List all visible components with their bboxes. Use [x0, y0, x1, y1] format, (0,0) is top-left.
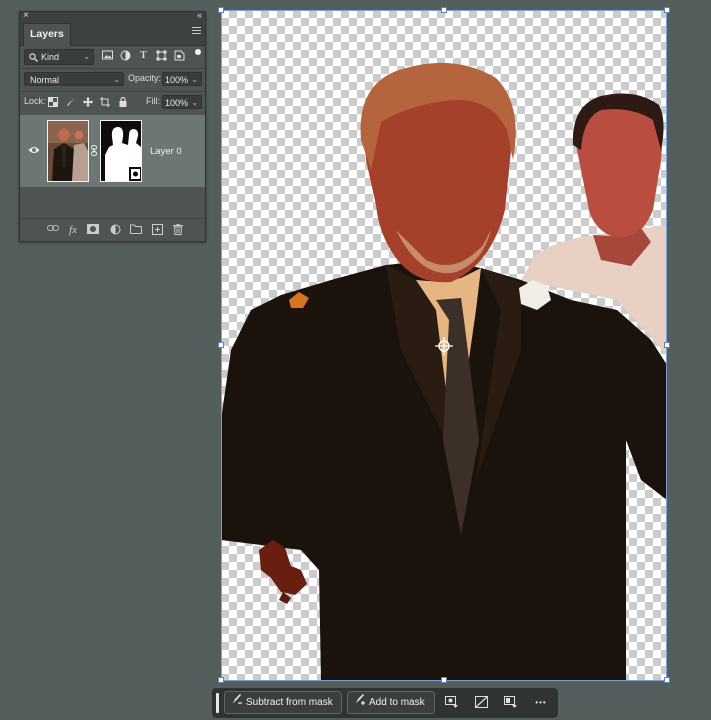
- reference-point-crosshair-icon[interactable]: [435, 337, 453, 355]
- add-mask-icon[interactable]: [87, 224, 99, 236]
- subtract-from-mask-button[interactable]: Subtract from mask: [224, 691, 342, 714]
- panel-tab-row: Layers: [20, 23, 205, 46]
- brush-minus-icon: [231, 692, 243, 713]
- image-filter-icon[interactable]: [102, 50, 113, 61]
- add-to-mask-label: Add to mask: [369, 697, 425, 708]
- chevron-down-icon: ⌄: [191, 98, 198, 107]
- layers-panel: × ‹‹ Layers Kind ⌄ T Normal ⌄ Opacity: 1…: [19, 10, 206, 242]
- panel-footer: fx: [20, 218, 205, 241]
- layer-mask-thumbnail[interactable]: [100, 120, 142, 182]
- lock-image-pixels-icon[interactable]: [66, 97, 76, 107]
- search-icon: [29, 53, 38, 62]
- transform-handle-top-left[interactable]: [218, 7, 224, 13]
- transform-handle-bottom-center[interactable]: [441, 677, 447, 683]
- panel-menu-icon[interactable]: [192, 27, 201, 36]
- transform-handle-middle-right[interactable]: [664, 342, 670, 348]
- blend-mode-value: Normal: [30, 75, 60, 85]
- visibility-eye-icon[interactable]: [28, 145, 40, 155]
- blend-row: Normal ⌄ Opacity: 100% ⌄: [20, 69, 205, 92]
- brush-plus-icon: [354, 692, 366, 713]
- collapse-panel-button[interactable]: ‹‹: [197, 10, 202, 20]
- add-to-mask-button[interactable]: Add to mask: [347, 691, 435, 714]
- chevron-down-icon: ⌄: [191, 75, 198, 84]
- transform-handle-middle-left[interactable]: [218, 342, 224, 348]
- adjustment-filter-icon[interactable]: [120, 50, 131, 61]
- fx-icon[interactable]: fx: [67, 224, 79, 236]
- new-layer-icon[interactable]: [151, 224, 163, 236]
- transform-handle-top-center[interactable]: [441, 7, 447, 13]
- smart-object-filter-icon[interactable]: [174, 50, 185, 61]
- subtract-from-mask-label: Subtract from mask: [246, 697, 333, 708]
- transform-handle-top-right[interactable]: [664, 7, 670, 13]
- contextual-task-bar: Subtract from mask Add to mask •••: [212, 688, 558, 718]
- more-options-icon[interactable]: •••: [534, 696, 548, 710]
- close-panel-button[interactable]: ×: [23, 10, 29, 21]
- trash-icon[interactable]: [172, 224, 184, 236]
- lock-transparent-pixels-icon[interactable]: [48, 97, 58, 107]
- lock-artboard-icon[interactable]: [100, 97, 110, 107]
- lock-label: Lock:: [24, 96, 46, 106]
- opacity-label: Opacity:: [128, 73, 162, 83]
- transform-handle-bottom-left[interactable]: [218, 677, 224, 683]
- layer-row[interactable]: Layer 0: [20, 115, 205, 187]
- invert-mask-icon[interactable]: [504, 696, 518, 710]
- type-filter-icon[interactable]: T: [138, 50, 149, 61]
- chevron-down-icon: ⌄: [83, 52, 90, 61]
- panel-title-bar: × ‹‹: [20, 10, 205, 23]
- lock-all-icon[interactable]: [118, 96, 128, 107]
- opacity-value: 100%: [165, 75, 189, 85]
- fill-label: Fill:: [146, 96, 160, 106]
- disable-mask-icon[interactable]: [474, 696, 488, 710]
- filter-toggle-icon[interactable]: [195, 49, 201, 55]
- layer-thumbnail[interactable]: [47, 120, 89, 182]
- opacity-input[interactable]: 100% ⌄: [162, 72, 202, 86]
- kind-filter-label: Kind: [41, 52, 60, 62]
- taskbar-drag-handle[interactable]: [216, 693, 219, 713]
- fill-value: 100%: [165, 98, 189, 108]
- adjustment-layer-icon[interactable]: [109, 224, 121, 236]
- mask-options-icon[interactable]: [445, 696, 459, 710]
- shape-filter-icon[interactable]: [156, 50, 167, 61]
- filter-row: Kind ⌄ T: [20, 46, 205, 69]
- blend-mode-select[interactable]: Normal ⌄: [24, 72, 124, 86]
- lock-position-icon[interactable]: [83, 97, 93, 107]
- fill-input[interactable]: 100% ⌄: [162, 95, 202, 109]
- chevron-down-icon: ⌄: [113, 75, 120, 84]
- layer-name[interactable]: Layer 0: [150, 146, 182, 157]
- mask-link-icon[interactable]: [91, 145, 97, 158]
- group-folder-icon[interactable]: [130, 224, 142, 236]
- kind-filter-dropdown[interactable]: Kind ⌄: [24, 49, 94, 65]
- tab-layers[interactable]: Layers: [23, 23, 71, 46]
- lock-row: Lock: Fill: 100% ⌄: [20, 92, 205, 114]
- link-layers-icon[interactable]: [47, 224, 59, 236]
- transform-handle-bottom-right[interactable]: [664, 677, 670, 683]
